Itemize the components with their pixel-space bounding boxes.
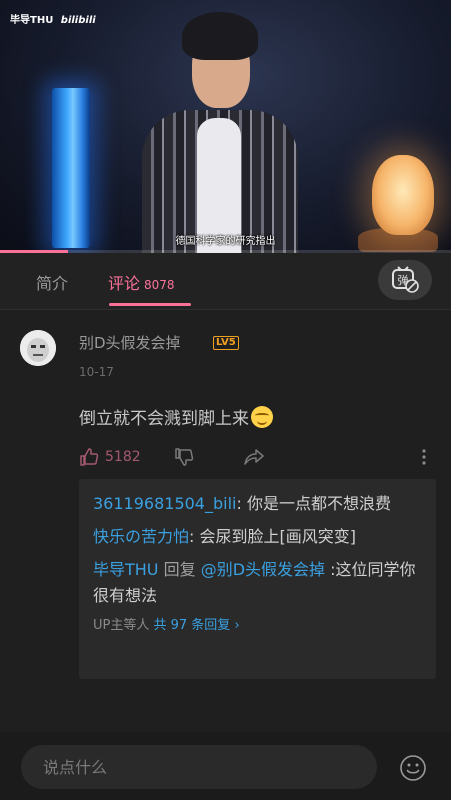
video-subtitle: 德国科学家的研究指出 <box>175 236 276 247</box>
view-all-replies[interactable]: UP主等人 共 97 条回复 › <box>93 613 422 639</box>
watermark: 毕导THU bilibili <box>10 11 96 26</box>
reply-preview-box[interactable]: 36119681504_bili: 你是一点都不想浪费 快乐の苦力怕: 会尿到脸… <box>79 479 436 679</box>
reply-username[interactable]: 36119681504_bili <box>93 494 236 513</box>
reply-separator: : <box>236 494 247 513</box>
reply-text: 会尿到脸上[画风突变] <box>199 527 357 546</box>
reply-mention[interactable]: @别D头假发会掉 <box>201 560 325 579</box>
share-button[interactable] <box>243 447 265 471</box>
comment-input[interactable] <box>21 745 377 789</box>
bottom-input-bar <box>0 732 451 800</box>
smile-emoji-icon <box>251 406 273 428</box>
tab-comments-label: 评论 <box>108 274 141 293</box>
thumbs-down-icon <box>175 448 194 466</box>
watermark-brand: bilibili <box>60 15 96 26</box>
reply-item: 36119681504_bili: 你是一点都不想浪费 <box>93 491 422 517</box>
more-vertical-icon <box>422 449 426 465</box>
comment-date: 10-17 <box>79 365 114 379</box>
tab-intro[interactable]: 简介 <box>36 270 68 294</box>
reply-item: 毕导THU 回复 @别D头假发会掉 :这位同学你很有想法 <box>93 557 422 609</box>
danmaku-toggle-button[interactable]: 弹 <box>378 260 432 300</box>
view-all-prefix: UP主等人 <box>93 618 154 633</box>
share-icon <box>244 449 264 465</box>
danmaku-off-icon: 弹 <box>392 266 419 293</box>
chevron-right-icon: › <box>234 618 240 633</box>
comment-username[interactable]: 别D头假发会掉 <box>79 332 181 353</box>
reply-item: 快乐の苦力怕: 会尿到脸上[画风突变] <box>93 524 422 550</box>
reply-username[interactable]: 毕导THU <box>93 560 159 579</box>
reply-connector: 回复 <box>158 560 201 579</box>
emoji-face-icon <box>400 755 426 781</box>
presenter-hair <box>182 12 258 60</box>
like-button[interactable]: 5182 <box>79 447 141 467</box>
avatar[interactable] <box>20 330 56 366</box>
thumbs-up-icon <box>80 448 99 466</box>
level-badge: LV5 <box>213 336 239 350</box>
avatar-face-icon <box>20 330 56 366</box>
reply-separator: : <box>189 527 200 546</box>
view-all-link[interactable]: 共 97 条回复 <box>154 618 231 633</box>
reply-separator: : <box>325 560 336 579</box>
comment-text: 倒立就不会溅到脚上来 <box>79 409 249 429</box>
watermark-author: 毕导THU <box>10 15 54 26</box>
comment-body: 倒立就不会溅到脚上来 <box>79 404 273 429</box>
paper-lamp <box>372 155 434 235</box>
tab-comments-count: 8078 <box>144 278 175 292</box>
emoji-button[interactable] <box>399 754 427 782</box>
reply-username[interactable]: 快乐の苦力怕 <box>93 527 189 546</box>
blue-lamp <box>52 88 90 248</box>
reply-text: 你是一点都不想浪费 <box>246 494 391 513</box>
more-options-button[interactable] <box>417 447 431 471</box>
video-player[interactable]: 毕导THU bilibili 德国科学家的研究指出 <box>0 0 451 253</box>
like-count: 5182 <box>105 449 141 465</box>
dislike-button[interactable] <box>174 447 194 471</box>
tab-active-indicator <box>109 303 191 306</box>
tab-comments[interactable]: 评论 8078 <box>108 270 175 294</box>
